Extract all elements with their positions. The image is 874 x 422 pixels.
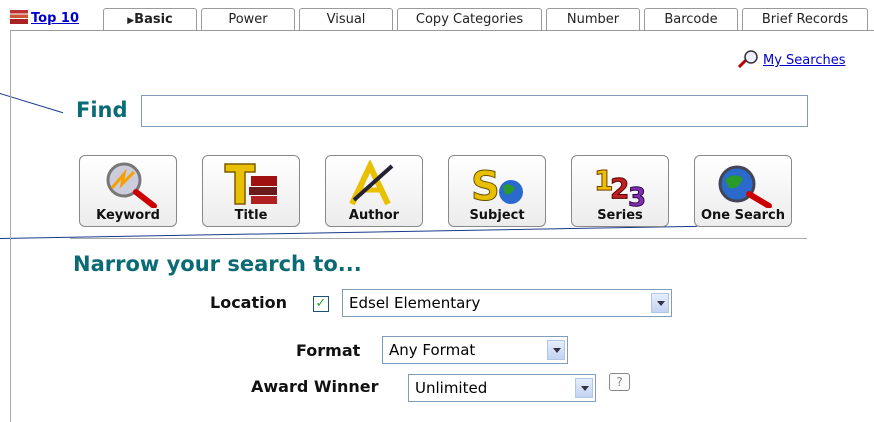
- format-label: Format: [296, 341, 361, 360]
- author-button-label: Author: [348, 208, 400, 223]
- magnifier-icon: [737, 50, 758, 69]
- tab-visual[interactable]: Visual: [299, 8, 393, 30]
- title-button-label: Title: [234, 208, 268, 223]
- chevron-down-icon[interactable]: [575, 378, 593, 398]
- series-search-button[interactable]: 1 2 3 Series: [571, 155, 669, 227]
- series-123-icon: 1 2 3: [594, 164, 647, 209]
- section-divider: [70, 238, 807, 239]
- subject-globe-icon: S: [471, 164, 523, 208]
- svg-text:S: S: [471, 164, 500, 208]
- tab-top10-label: Top 10: [31, 11, 79, 26]
- author-search-button[interactable]: Author: [325, 155, 423, 227]
- format-select-value: Any Format: [389, 341, 476, 359]
- location-select-value: Edsel Elementary: [349, 294, 481, 312]
- books-icon: [10, 10, 28, 24]
- svg-text:2: 2: [610, 172, 629, 205]
- location-select[interactable]: Edsel Elementary: [342, 289, 672, 317]
- tab-basic-label: Basic: [134, 12, 173, 27]
- one-search-button[interactable]: One Search: [694, 155, 792, 227]
- tab-basic[interactable]: ▶Basic: [103, 8, 197, 30]
- chevron-down-icon[interactable]: [547, 340, 565, 360]
- subject-search-button[interactable]: S Subject: [448, 155, 546, 227]
- tab-copy-categories[interactable]: Copy Categories: [397, 8, 542, 30]
- help-icon[interactable]: ?: [609, 373, 630, 391]
- series-button-label: Series: [597, 208, 643, 223]
- location-checkbox[interactable]: ✓: [313, 296, 329, 312]
- chevron-down-icon[interactable]: [651, 293, 669, 313]
- title-books-icon: [224, 163, 277, 205]
- title-search-button[interactable]: Title: [202, 155, 300, 227]
- subject-button-label: Subject: [469, 208, 525, 223]
- award-winner-select-value: Unlimited: [415, 379, 488, 397]
- keyword-button-label: Keyword: [96, 208, 160, 223]
- svg-text:3: 3: [628, 183, 646, 208]
- award-winner-label: Award Winner: [251, 377, 379, 396]
- format-select[interactable]: Any Format: [382, 336, 568, 364]
- tab-top10[interactable]: Top 10: [10, 10, 79, 26]
- keyword-search-button[interactable]: Keyword: [79, 155, 177, 227]
- tab-bar: Top 10 ▶Basic Power Visual Copy Categori…: [0, 0, 874, 34]
- tab-number[interactable]: Number: [546, 8, 640, 30]
- one-search-globe-icon: [718, 165, 772, 208]
- tab-power[interactable]: Power: [201, 8, 295, 30]
- find-input[interactable]: [141, 95, 808, 127]
- find-label: Find: [76, 98, 128, 122]
- award-winner-select[interactable]: Unlimited: [408, 374, 596, 402]
- location-label: Location: [210, 293, 287, 312]
- my-searches-label: My Searches: [763, 53, 846, 68]
- narrow-heading: Narrow your search to...: [73, 252, 362, 276]
- tab-barcode[interactable]: Barcode: [644, 8, 738, 30]
- one-search-button-label: One Search: [701, 208, 785, 223]
- author-pen-icon: [349, 160, 394, 206]
- tab-brief-records[interactable]: Brief Records: [742, 8, 868, 30]
- my-searches-link[interactable]: My Searches: [737, 50, 846, 69]
- keyword-icon: [106, 162, 157, 208]
